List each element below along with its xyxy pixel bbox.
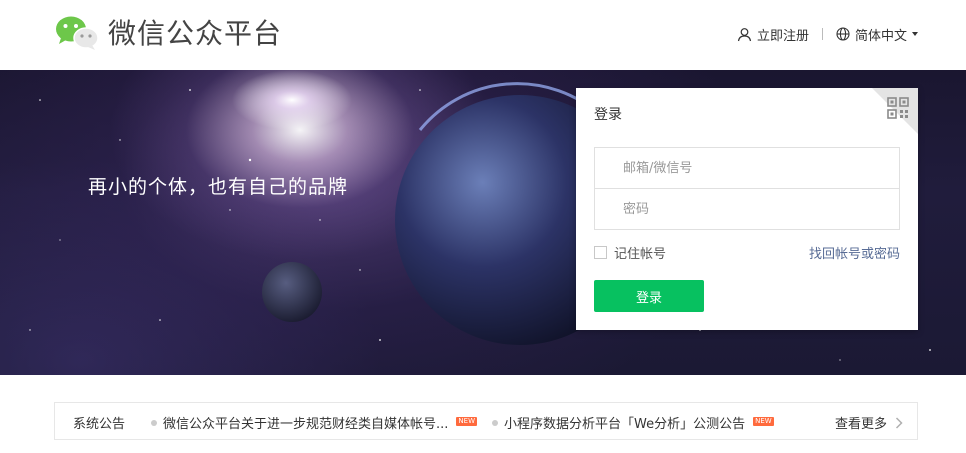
announcement-title: 微信公众平台关于进一步规范财经类自媒体帐号... <box>163 417 449 432</box>
remember-checkbox[interactable] <box>594 246 607 259</box>
header-actions: 立即注册 简体中文 <box>737 22 918 46</box>
password-input[interactable] <box>595 189 899 229</box>
bullet-icon <box>492 419 498 426</box>
header-divider <box>821 28 823 40</box>
caret-down-icon <box>912 32 918 36</box>
brand-title[interactable]: 微信公众平台 <box>108 15 282 53</box>
announcement-label: 系统公告 <box>73 417 126 432</box>
new-badge: NEW <box>753 417 774 426</box>
account-field <box>594 147 900 189</box>
globe-icon <box>836 27 850 41</box>
new-badge: NEW <box>456 417 477 426</box>
view-more-label: 查看更多 <box>834 417 887 432</box>
forgot-password-link[interactable]: 找回帐号或密码 <box>809 243 900 262</box>
register-label: 立即注册 <box>756 28 809 44</box>
login-title: 登录 <box>594 107 622 123</box>
register-link[interactable]: 立即注册 <box>737 25 809 44</box>
top-header: 微信公众平台 立即注册 简体中文 <box>0 0 966 70</box>
language-label: 简体中文 <box>854 28 907 44</box>
bullet-icon <box>151 419 157 426</box>
announcement-item[interactable]: 微信公众平台关于进一步规范财经类自媒体帐号... NEW <box>151 413 477 432</box>
chevron-right-icon <box>895 416 903 429</box>
announcement-item[interactable]: 小程序数据分析平台「We分析」公测公告 NEW <box>492 413 774 432</box>
account-input[interactable] <box>595 148 899 188</box>
wechat-logo-icon[interactable] <box>54 14 100 52</box>
announcement-title: 小程序数据分析平台「We分析」公测公告 <box>504 417 746 432</box>
banner-tagline: 再小的个体，也有自己的品牌 <box>88 176 349 198</box>
remember-label: 记住帐号 <box>614 247 667 262</box>
announcement-bar: 系统公告 微信公众平台关于进一步规范财经类自媒体帐号... NEW 小程序数据分… <box>54 402 918 440</box>
qr-code-icon[interactable] <box>887 97 909 119</box>
language-selector[interactable]: 简体中文 <box>836 25 918 44</box>
password-field <box>594 188 900 230</box>
remember-account[interactable]: 记住帐号 <box>594 243 666 262</box>
login-button[interactable]: 登录 <box>594 280 704 312</box>
user-icon <box>737 27 752 41</box>
login-panel: 登录 记住帐号 找回帐号或密码 登录 <box>576 88 918 330</box>
view-more-link[interactable]: 查看更多 <box>835 413 903 432</box>
